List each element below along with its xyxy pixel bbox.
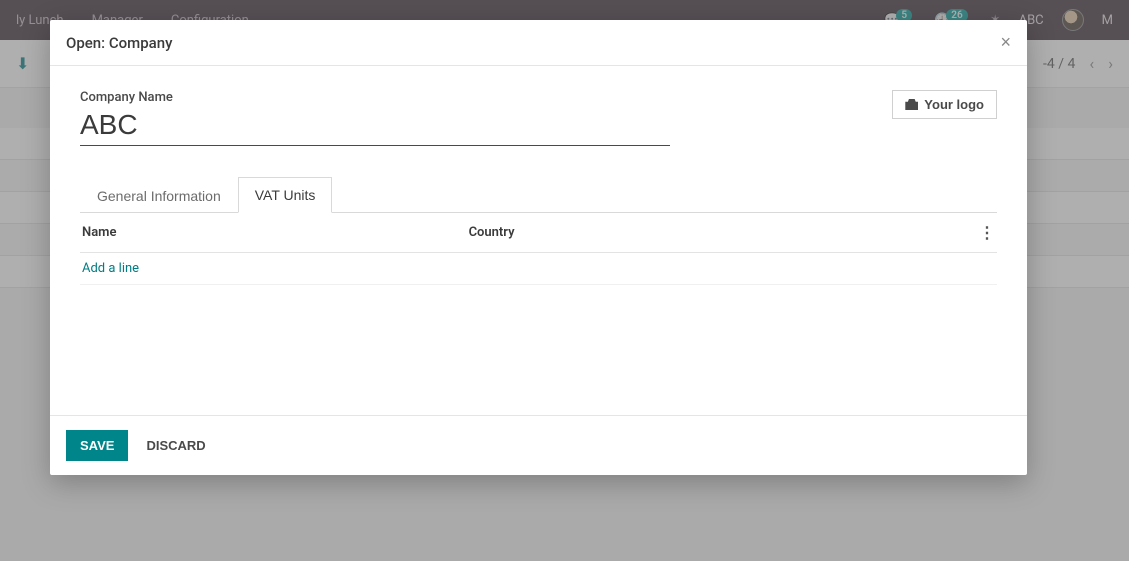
- save-button[interactable]: SAVE: [66, 430, 128, 461]
- column-header-country[interactable]: Country: [467, 213, 969, 253]
- table-spacer: [80, 285, 997, 405]
- modal-footer: SAVE DISCARD: [50, 416, 1027, 475]
- discard-button[interactable]: DISCARD: [140, 430, 211, 461]
- tab-vat-units[interactable]: VAT Units: [238, 177, 333, 213]
- tabs: General Information VAT Units: [80, 176, 997, 213]
- tab-general-information[interactable]: General Information: [80, 177, 238, 213]
- close-icon[interactable]: ×: [1000, 32, 1011, 53]
- vat-units-table: Name Country ⋮ Add a line: [80, 213, 997, 405]
- add-a-line-link[interactable]: Add a line: [82, 261, 139, 276]
- company-name-input[interactable]: [80, 107, 670, 146]
- table-row: Add a line: [80, 253, 997, 285]
- your-logo-button[interactable]: Your logo: [892, 90, 997, 119]
- your-logo-label: Your logo: [924, 97, 984, 112]
- company-modal: Open: Company × Company Name Your logo G…: [50, 20, 1027, 475]
- modal-body: Company Name Your logo General Informati…: [50, 66, 1027, 416]
- column-options-icon[interactable]: ⋮: [969, 213, 997, 253]
- company-name-label: Company Name: [80, 90, 670, 105]
- column-header-name[interactable]: Name: [80, 213, 467, 253]
- modal-header: Open: Company ×: [50, 20, 1027, 66]
- modal-title: Open: Company: [66, 34, 172, 52]
- camera-icon: [905, 99, 918, 110]
